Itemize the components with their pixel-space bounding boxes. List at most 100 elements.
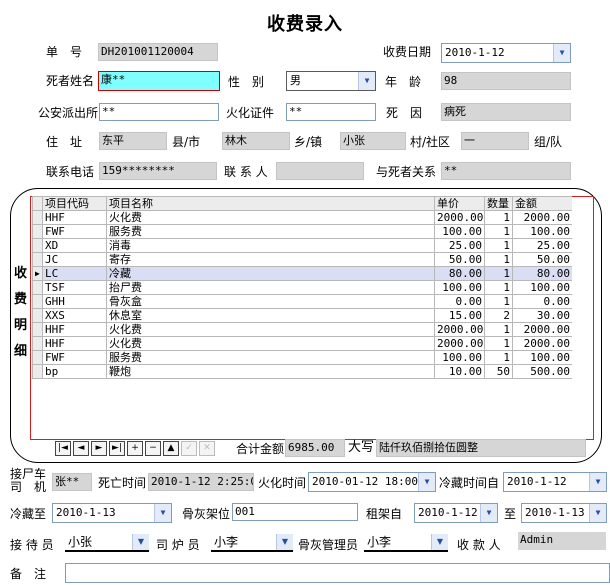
cell-name[interactable]: 冷藏 (106, 266, 435, 281)
gender-select[interactable]: 男 ▼ (286, 71, 376, 91)
cell-price[interactable]: 80.00 (434, 266, 485, 281)
cell-qty[interactable]: 1 (484, 280, 513, 295)
cell-name[interactable]: 抬尸费 (106, 280, 435, 295)
row-indicator[interactable] (32, 364, 43, 379)
driver-field[interactable]: 张** (52, 473, 92, 491)
cell-price[interactable]: 0.00 (434, 294, 485, 309)
cell-code[interactable]: FWF (42, 224, 107, 239)
chevron-down-icon[interactable]: ▼ (480, 504, 497, 522)
chevron-down-icon[interactable]: ▼ (358, 72, 375, 90)
rent-from-picker[interactable]: 2010-1-12 ▼ (414, 503, 498, 523)
cell-code[interactable]: JC (42, 252, 107, 267)
cell-name[interactable]: 寄存 (106, 252, 435, 267)
cashier-field[interactable]: Admin (518, 532, 606, 550)
cell-name[interactable]: 服务费 (106, 224, 435, 239)
cell-code[interactable]: FWF (42, 350, 107, 365)
table-row[interactable]: GHH 骨灰盒 0.00 1 0.00 (32, 294, 572, 309)
cell-code[interactable]: XXS (42, 308, 107, 323)
chevron-down-icon[interactable]: ▼ (418, 473, 435, 491)
nav-delete-button[interactable]: − (145, 441, 161, 456)
table-row[interactable]: XD 消毒 25.00 1 25.00 (32, 238, 572, 253)
cell-name[interactable]: 火化费 (106, 322, 435, 337)
order-id-field[interactable]: DH201001120004 (98, 43, 218, 61)
cell-amount[interactable]: 50.00 (512, 252, 572, 267)
cell-code[interactable]: HHF (42, 322, 107, 337)
table-row[interactable]: FWF 服务费 100.00 1 100.00 (32, 350, 572, 365)
current-row-indicator-icon[interactable]: ▶ (32, 266, 43, 281)
cell-code[interactable]: LC (42, 266, 107, 281)
cell-code[interactable]: bp (42, 364, 107, 379)
cell-amount[interactable]: 0.00 (512, 294, 572, 309)
nav-first-button[interactable]: |◄ (55, 441, 71, 456)
rent-to-picker[interactable]: 2010-1-13 ▼ (521, 503, 607, 523)
column-header-price[interactable]: 单价 (434, 196, 485, 211)
table-row[interactable]: HHF 火化费 2000.00 1 2000.00 (32, 336, 572, 351)
table-row[interactable]: ▶ LC 冷藏 80.00 1 80.00 (32, 266, 572, 281)
cell-price[interactable]: 2000.00 (434, 336, 485, 351)
cell-qty[interactable]: 1 (484, 350, 513, 365)
cell-price[interactable]: 100.00 (434, 280, 485, 295)
chevron-down-icon[interactable]: ▼ (589, 504, 606, 522)
cell-qty[interactable]: 1 (484, 224, 513, 239)
column-header-qty[interactable]: 数量 (484, 196, 513, 211)
cell-price[interactable]: 2000.00 (434, 210, 485, 225)
relation-field[interactable]: ** (441, 162, 571, 180)
cell-qty[interactable]: 1 (484, 266, 513, 281)
table-row[interactable]: bp 鞭炮 10.00 50 500.00 (32, 364, 572, 379)
row-indicator[interactable] (32, 252, 43, 267)
cell-qty[interactable]: 1 (484, 238, 513, 253)
table-row[interactable]: JC 寄存 50.00 1 50.00 (32, 252, 572, 267)
chevron-down-icon[interactable]: ▼ (589, 473, 606, 491)
row-indicator[interactable] (32, 294, 43, 309)
cell-name[interactable]: 火化费 (106, 210, 435, 225)
cell-code[interactable]: GHH (42, 294, 107, 309)
table-row[interactable]: FWF 服务费 100.00 1 100.00 (32, 224, 572, 239)
column-header-name[interactable]: 项目名称 (106, 196, 435, 211)
death-time-field[interactable]: 2010-1-12 2:25:00 (148, 473, 254, 491)
table-row[interactable]: TSF 抬尸费 100.00 1 100.00 (32, 280, 572, 295)
deceased-name-input[interactable]: 康** (98, 71, 220, 91)
cell-qty[interactable]: 2 (484, 308, 513, 323)
row-indicator[interactable] (32, 308, 43, 323)
cremation-time-picker[interactable]: 2010-01-12 18:00 ▼ (308, 472, 436, 492)
cell-qty[interactable]: 1 (484, 322, 513, 337)
cell-qty[interactable]: 1 (484, 294, 513, 309)
stoker-select[interactable]: 小李 ▼ (211, 534, 293, 552)
cell-code[interactable]: HHF (42, 210, 107, 225)
total-upper-field[interactable]: 陆仟玖佰捌拾伍圆整 (376, 439, 586, 457)
village-field[interactable]: 小张 (340, 132, 406, 150)
cell-amount[interactable]: 500.00 (512, 364, 572, 379)
total-field[interactable]: 6985.00 (285, 439, 345, 457)
cold-to-picker[interactable]: 2010-1-13 ▼ (52, 503, 172, 523)
cell-price[interactable]: 50.00 (434, 252, 485, 267)
town-field[interactable]: 林木 (222, 132, 290, 150)
cell-amount[interactable]: 25.00 (512, 238, 572, 253)
cell-code[interactable]: XD (42, 238, 107, 253)
age-field[interactable]: 98 (441, 72, 571, 90)
chevron-down-icon[interactable]: ▼ (132, 534, 149, 550)
cell-price[interactable]: 100.00 (434, 350, 485, 365)
row-indicator[interactable] (32, 322, 43, 337)
cell-qty[interactable]: 50 (484, 364, 513, 379)
row-indicator[interactable] (32, 210, 43, 225)
column-header-amount[interactable]: 金额 (512, 196, 572, 211)
cell-amount[interactable]: 2000.00 (512, 336, 572, 351)
remark-input[interactable] (65, 563, 610, 583)
cell-qty[interactable]: 1 (484, 252, 513, 267)
row-indicator[interactable] (32, 350, 43, 365)
cell-price[interactable]: 25.00 (434, 238, 485, 253)
nav-insert-button[interactable]: + (127, 441, 143, 456)
cell-amount[interactable]: 100.00 (512, 280, 572, 295)
chevron-down-icon[interactable]: ▼ (431, 534, 448, 550)
cell-amount[interactable]: 80.00 (512, 266, 572, 281)
nav-last-button[interactable]: ►| (109, 441, 125, 456)
chevron-down-icon[interactable]: ▼ (276, 534, 293, 550)
column-header-code[interactable]: 项目代码 (42, 196, 107, 211)
receptionist-select[interactable]: 小张 ▼ (65, 534, 149, 552)
group-field[interactable]: 一 (461, 132, 529, 150)
cell-price[interactable]: 10.00 (434, 364, 485, 379)
cell-name[interactable]: 鞭炮 (106, 364, 435, 379)
cell-name[interactable]: 休息室 (106, 308, 435, 323)
row-indicator[interactable] (32, 280, 43, 295)
cell-name[interactable]: 火化费 (106, 336, 435, 351)
